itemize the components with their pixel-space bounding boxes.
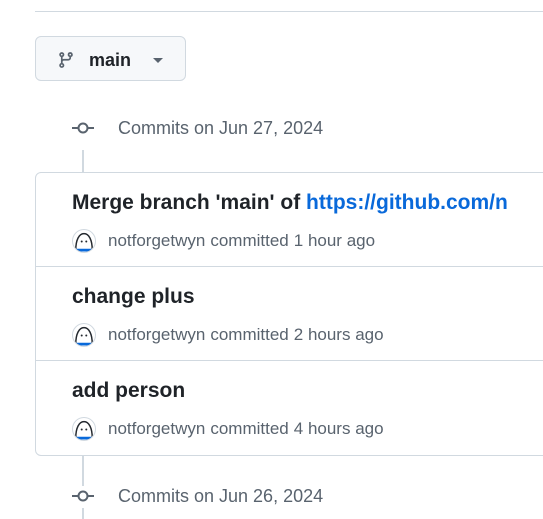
commit-group-date: Commits on Jun 27, 2024: [118, 117, 324, 138]
commit-time: 1 hour ago: [293, 231, 376, 250]
commit-title-link[interactable]: https://github.com/n: [306, 191, 508, 214]
commit-row[interactable]: change plus notforgetwyn committed 2 hou…: [36, 267, 543, 361]
commit-row[interactable]: add person notforgetwyn committed 4 hour…: [36, 361, 543, 455]
commit-title[interactable]: Merge branch 'main' of https://github.co…: [72, 191, 508, 215]
commit-group-header: Commits on Jun 27, 2024: [70, 116, 323, 140]
commit-author[interactable]: notforgetwyn: [108, 325, 205, 345]
git-commit-icon: [72, 122, 94, 134]
git-commit-icon: [72, 490, 94, 502]
top-divider: [35, 11, 543, 12]
commit-row[interactable]: Merge branch 'main' of https://github.co…: [36, 173, 543, 267]
branch-name: main: [89, 50, 132, 70]
commit-time: 4 hours ago: [293, 419, 384, 438]
commit-list: Merge branch 'main' of https://github.co…: [35, 172, 543, 456]
branch-selector-button[interactable]: main: [35, 36, 186, 81]
commit-title[interactable]: change plus: [72, 285, 195, 309]
commit-time: 2 hours ago: [293, 325, 384, 344]
git-branch-icon: [59, 52, 73, 68]
commit-title[interactable]: add person: [72, 379, 185, 403]
commit-meta: notforgetwyn committed 2 hours ago: [72, 323, 384, 347]
commit-verb: committed: [210, 231, 289, 250]
user-avatar-icon: [74, 232, 94, 252]
commit-verb: committed: [210, 325, 289, 344]
avatar[interactable]: [72, 323, 96, 347]
timeline-line: [82, 508, 84, 519]
timeline-line: [82, 150, 84, 172]
commit-verb: committed: [210, 419, 289, 438]
chevron-down-icon: [153, 58, 163, 63]
commit-author[interactable]: notforgetwyn: [108, 419, 205, 439]
commit-meta: notforgetwyn committed 4 hours ago: [72, 417, 384, 441]
user-avatar-icon: [74, 420, 94, 440]
commit-author[interactable]: notforgetwyn: [108, 231, 205, 251]
user-avatar-icon: [74, 326, 94, 346]
commit-group-date: Commits on Jun 26, 2024: [118, 485, 324, 506]
commit-title-text[interactable]: Merge branch 'main' of: [72, 191, 306, 214]
avatar[interactable]: [72, 417, 96, 441]
commit-group-header: Commits on Jun 26, 2024: [70, 484, 323, 508]
commit-meta: notforgetwyn committed 1 hour ago: [72, 229, 375, 253]
avatar[interactable]: [72, 229, 96, 253]
timeline-line: [82, 456, 84, 486]
